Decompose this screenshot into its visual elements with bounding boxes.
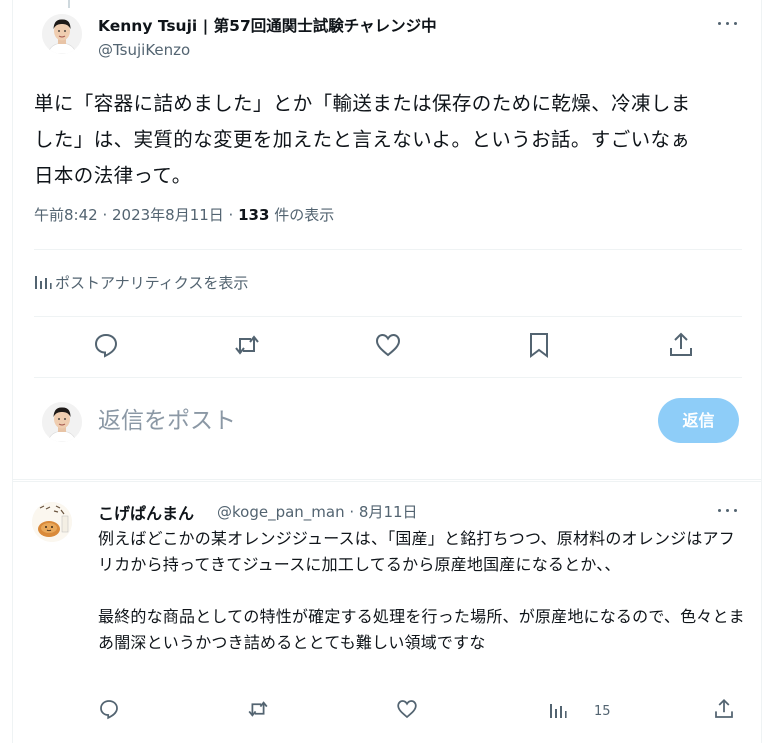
analytics-icon [35, 276, 52, 289]
reply-author-handle[interactable]: @koge_pan_man · 8月11日 [217, 501, 418, 522]
reply-button[interactable] [91, 330, 121, 360]
reply-input[interactable]: 返信をポスト [98, 400, 638, 442]
reply-paragraph: 例えばどこかの某オレンジジュースは、「国産」と銘打ちつつ、原材料のオレンジはアフ… [98, 529, 735, 574]
author-handle[interactable]: @TsujiKenzo [98, 41, 190, 59]
reply-more-options-button[interactable] [717, 501, 741, 521]
analytics-label: ポストアナリティクスを表示 [55, 274, 249, 292]
bookmark-button[interactable] [524, 330, 554, 360]
share-icon [670, 332, 692, 356]
current-user-avatar[interactable] [42, 402, 82, 442]
reply-icon [94, 333, 118, 358]
reply-author-name[interactable]: こげぱんまん [98, 500, 194, 524]
divider [34, 249, 742, 250]
reply-share-button[interactable] [712, 697, 736, 721]
reply-author-avatar[interactable] [32, 502, 72, 542]
analytics-icon [550, 704, 567, 718]
bookmark-icon [530, 333, 548, 358]
like-button[interactable] [373, 330, 403, 360]
view-label: 件の表示 [269, 206, 335, 224]
author-avatar[interactable] [42, 14, 82, 54]
repost-icon [248, 701, 268, 717]
reply-submit-button[interactable]: 返信 [658, 398, 739, 443]
divider [34, 316, 742, 317]
view-count: 133 [238, 206, 270, 224]
ellipsis-dot [734, 509, 738, 513]
tweet-timestamp[interactable]: 午前8:42 · 2023年8月11日 · [34, 206, 238, 224]
tweet-text-line: した」は、実質的な変更を加えたと言えないよ。というお話。すごいなぁ [34, 128, 691, 151]
ellipsis-dot [726, 22, 730, 26]
reply-text: 例えばどこかの某オレンジジュースは、「国産」と銘打ちつつ、原材料のオレンジはアフ… [98, 526, 748, 656]
reply-paragraph: 最終的な商品としての特性が確定する処理を行った場所、が原産地になるので、色々とま… [98, 607, 745, 652]
post-analytics-link[interactable]: ポストアナリティクスを表示 [34, 272, 248, 293]
ellipsis-icon [718, 22, 722, 26]
main-tweet: Kenny Tsuji | 第57回通関士試験チャレンジ中 @TsujiKenz… [12, 0, 762, 480]
like-icon [397, 700, 417, 719]
ellipsis-icon [718, 509, 722, 513]
share-icon [715, 698, 733, 718]
like-icon [375, 333, 401, 357]
ellipsis-dot [726, 509, 730, 513]
share-button[interactable] [666, 330, 696, 360]
reply-reply-button[interactable] [97, 697, 121, 721]
tweet-text-line: 日本の法律って。 [34, 164, 192, 187]
tweet-text-line: 単に「容器に詰めました」とか「輸送または保存のために乾燥、冷凍しま [34, 92, 691, 115]
tweet-meta: 午前8:42 · 2023年8月11日 · 133 件の表示 [34, 204, 334, 225]
repost-button[interactable] [232, 330, 262, 360]
tweet-text: 単に「容器に詰めました」とか「輸送または保存のために乾燥、冷凍しま した」は、実… [34, 86, 750, 194]
more-options-button[interactable] [717, 14, 741, 34]
reply-like-button[interactable] [395, 697, 419, 721]
reply-repost-button[interactable] [246, 697, 270, 721]
repost-icon [235, 335, 259, 355]
ellipsis-dot [734, 22, 738, 26]
reply-tweet: こげぱんまん @koge_pan_man · 8月11日 例えばどこかの某オレン… [12, 481, 762, 743]
reply-view-count: 15 [594, 704, 611, 719]
divider [34, 377, 742, 378]
reply-analytics-button[interactable] [548, 700, 568, 720]
author-name[interactable]: Kenny Tsuji | 第57回通関士試験チャレンジ中 [98, 14, 437, 36]
thread-connector-line [68, 0, 70, 8]
reply-icon [100, 700, 118, 720]
